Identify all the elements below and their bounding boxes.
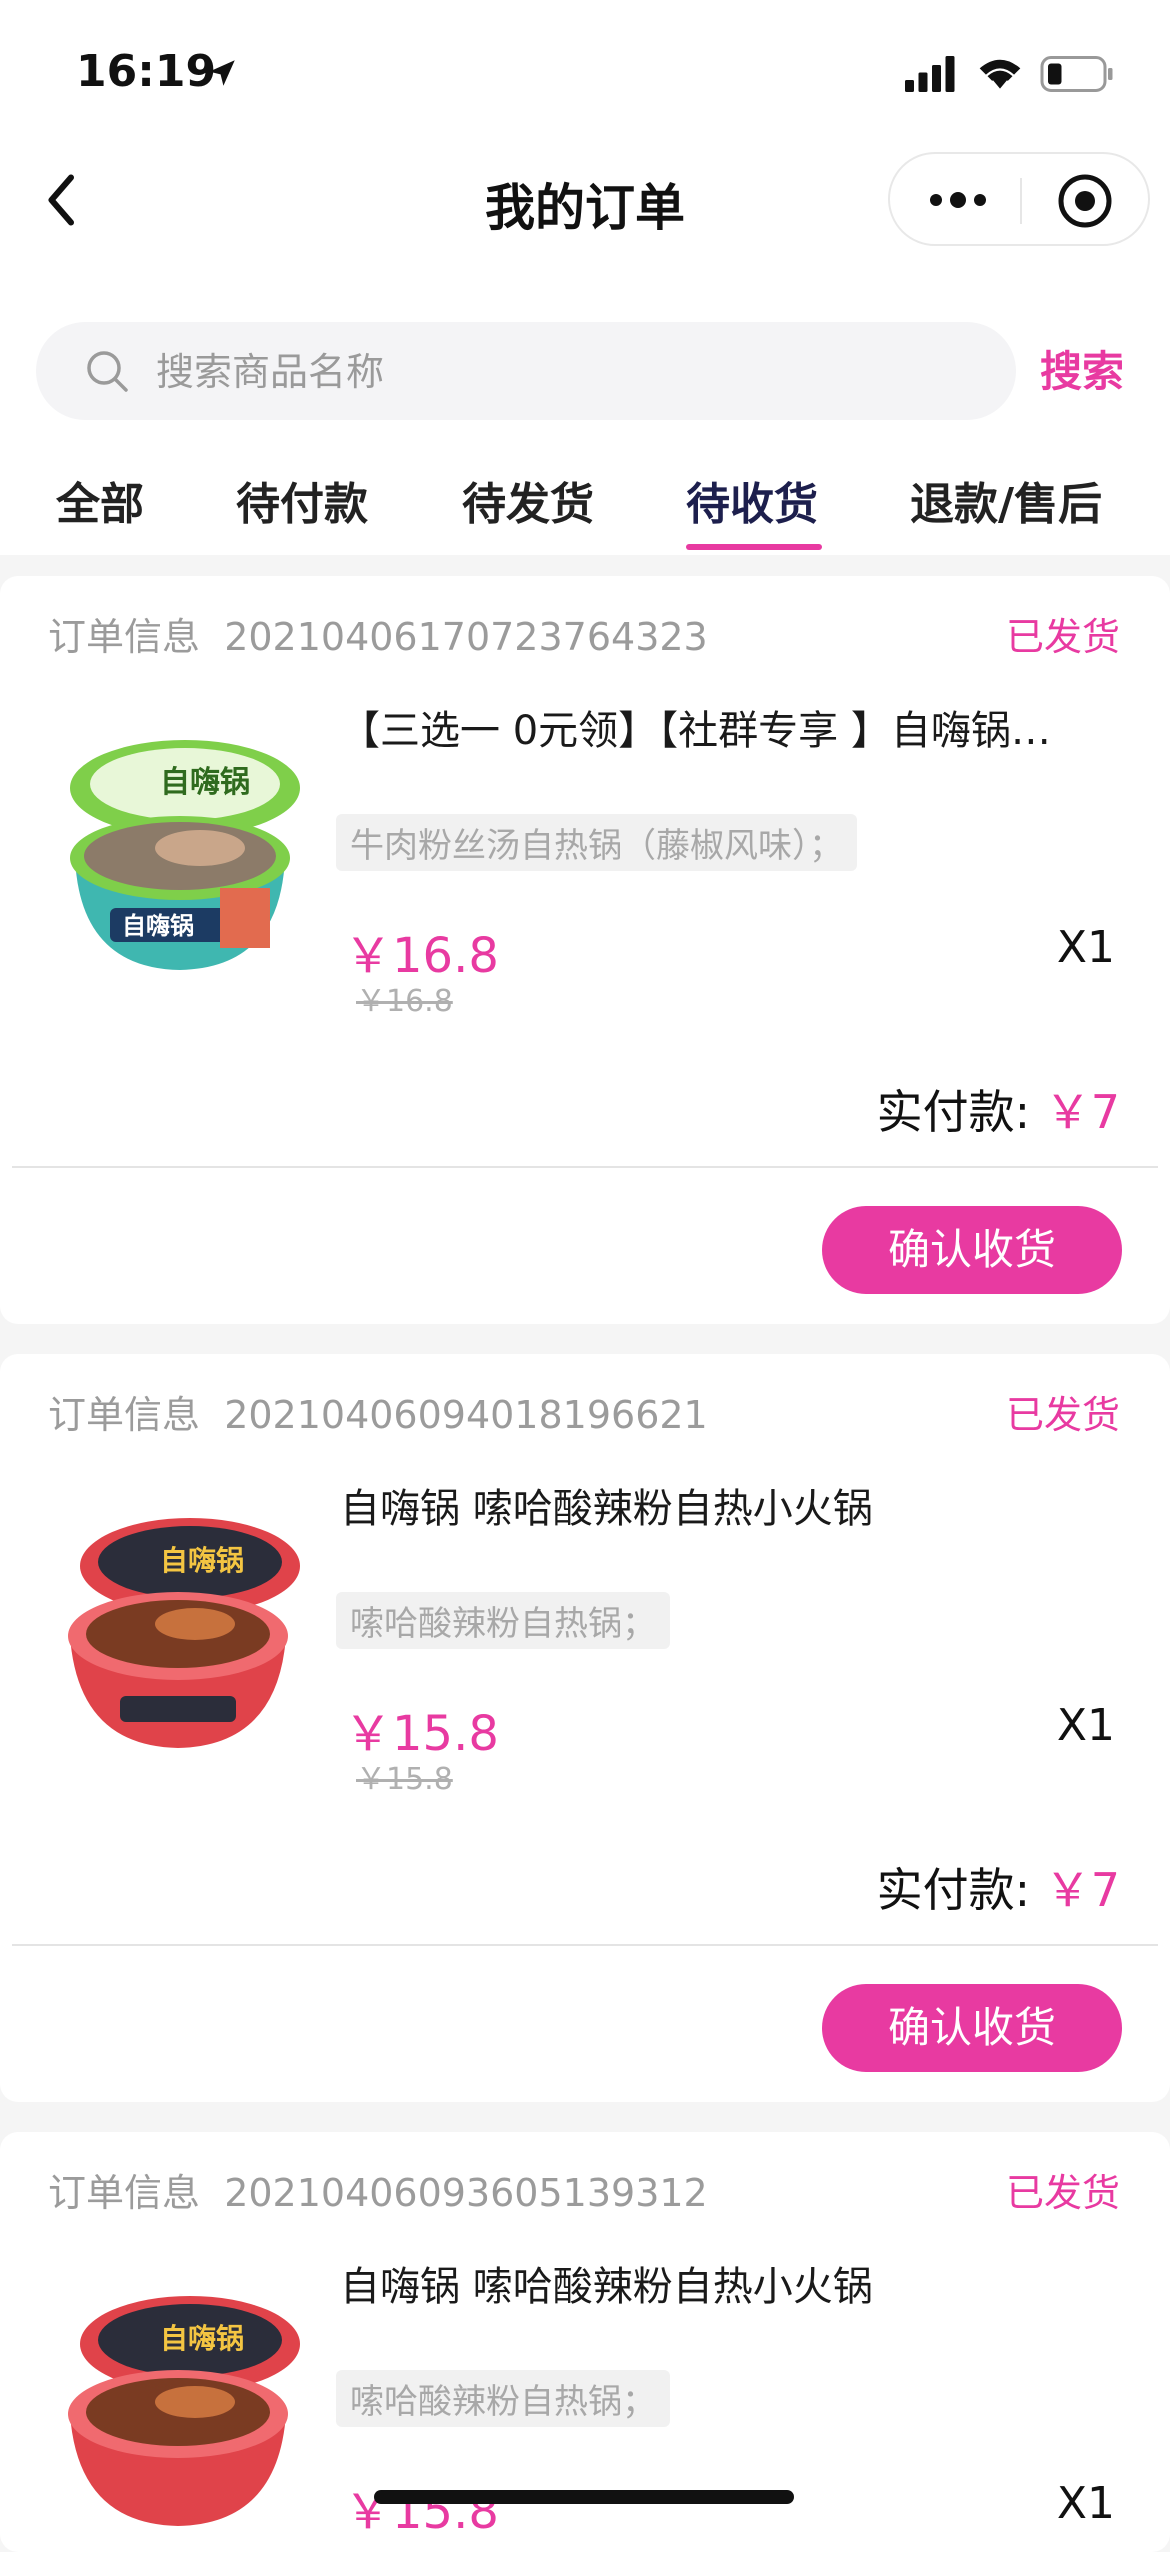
svg-text:自嗨锅: 自嗨锅 — [122, 912, 194, 940]
order-info-label: 订单信息 — [48, 615, 201, 659]
order-info: 订单信息 20210406093605139312 — [48, 2162, 708, 2217]
more-dots-icon[interactable] — [926, 182, 990, 218]
product-quantity: X1 — [1056, 1700, 1115, 1751]
close-target-icon[interactable] — [1056, 172, 1114, 230]
product-image[interactable]: 自嗨锅 自嗨锅 — [50, 718, 310, 978]
product-spec: 嗦哈酸辣粉自热锅； — [336, 1592, 670, 1649]
product-original-price: ￥15.8 — [356, 1762, 453, 1797]
tab-all[interactable]: 全部 — [56, 468, 144, 532]
order-card: 订单信息 20210406093605139312 已发货 自嗨锅 自嗨锅 嗦哈… — [0, 2132, 1170, 2552]
divider — [12, 1166, 1158, 1168]
order-info: 订单信息 20210406170723764323 — [48, 606, 708, 661]
paid-label: 实付款: — [876, 1085, 1031, 1139]
product-quantity: X1 — [1056, 2478, 1115, 2529]
status-time: 16:19 — [76, 46, 217, 97]
paid-amount-row: 实付款: ￥7 — [877, 1854, 1120, 1920]
svg-text:自嗨锅: 自嗨锅 — [160, 2322, 244, 2355]
order-card: 订单信息 20210406094018196621 已发货 自嗨锅 自嗨锅 嗦哈… — [0, 1354, 1170, 2102]
location-arrow-icon — [209, 60, 235, 86]
order-tabs: 全部 待付款 待发货 待收货 退款/售后 — [0, 468, 1170, 552]
paid-label: 实付款: — [876, 1863, 1031, 1917]
product-image[interactable]: 自嗨锅 — [50, 1496, 310, 1756]
tab-pending-shipment[interactable]: 待发货 — [462, 468, 594, 532]
divider — [12, 1944, 1158, 1946]
order-status: 已发货 — [1005, 615, 1120, 659]
order-info-label: 订单信息 — [48, 1393, 201, 1437]
product-spec: 嗦哈酸辣粉自热锅； — [336, 2370, 670, 2427]
tab-pending-payment[interactable]: 待付款 — [236, 468, 368, 532]
order-card: 订单信息 20210406170723764323 已发货 自嗨锅 自嗨锅 【三… — [0, 576, 1170, 1324]
product-title[interactable]: 自嗨锅 嗦哈酸辣粉自热小火锅 — [340, 2254, 1110, 2312]
active-tab-indicator — [686, 544, 822, 550]
top-bar: 16:19 我的订单 搜索商品名称 搜索 全部 待付款 待发货 待收货 退款/售… — [0, 0, 1170, 555]
svg-text:自嗨锅: 自嗨锅 — [160, 765, 250, 800]
confirm-receipt-button[interactable]: 确认收货 — [822, 1206, 1122, 1294]
cellular-signal-icon — [905, 56, 955, 92]
product-original-price: ￥16.8 — [356, 984, 453, 1019]
tab-refund-after-sales[interactable]: 退款/售后 — [910, 468, 1102, 532]
product-quantity: X1 — [1056, 922, 1115, 973]
paid-amount: ￥7 — [1044, 1085, 1120, 1139]
search-input[interactable] — [154, 338, 978, 406]
order-info: 订单信息 20210406094018196621 — [48, 1384, 708, 1439]
home-indicator — [374, 2490, 794, 2504]
paid-amount-row: 实付款: ￥7 — [877, 1076, 1120, 1142]
product-spec: 牛肉粉丝汤自热锅（藤椒风味）； — [336, 814, 857, 871]
wifi-icon — [979, 59, 1021, 89]
order-id: 20210406093605139312 — [224, 2171, 708, 2215]
search-button[interactable]: 搜索 — [1040, 338, 1124, 399]
tab-pending-receipt[interactable]: 待收货 — [686, 468, 818, 532]
mini-program-capsule — [888, 152, 1150, 246]
confirm-receipt-button[interactable]: 确认收货 — [822, 1984, 1122, 2072]
capsule-divider — [1020, 178, 1022, 224]
product-title[interactable]: 【三选一 0元领】【社群专享 】自嗨锅… — [340, 698, 1110, 756]
order-status: 已发货 — [1005, 1393, 1120, 1437]
product-title[interactable]: 自嗨锅 嗦哈酸辣粉自热小火锅 — [340, 1476, 1110, 1534]
paid-amount: ￥7 — [1044, 1863, 1120, 1917]
order-info-label: 订单信息 — [48, 2171, 201, 2215]
product-image[interactable]: 自嗨锅 — [50, 2274, 310, 2534]
search-box[interactable] — [36, 322, 1016, 420]
battery-icon — [1040, 56, 1113, 92]
search-icon — [87, 351, 128, 392]
order-id: 20210406094018196621 — [224, 1393, 708, 1437]
order-id: 20210406170723764323 — [224, 615, 708, 659]
order-status: 已发货 — [1005, 2171, 1120, 2215]
svg-text:自嗨锅: 自嗨锅 — [160, 1544, 244, 1577]
